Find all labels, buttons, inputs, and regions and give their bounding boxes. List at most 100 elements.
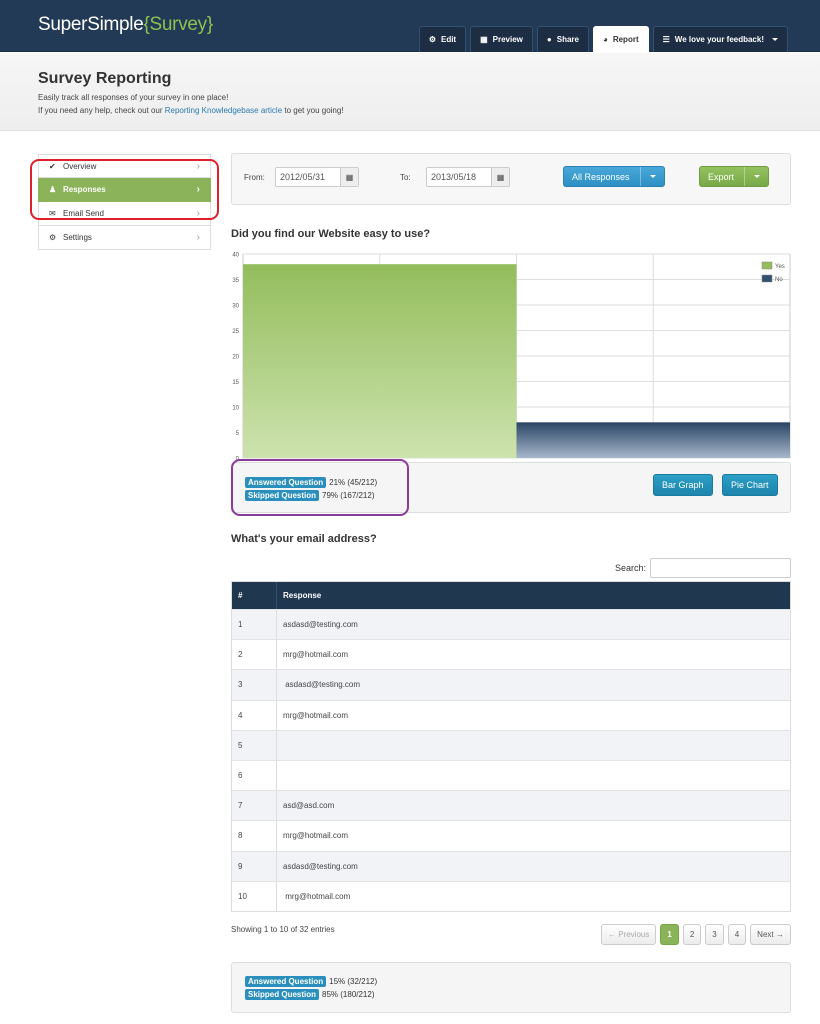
page-3-button[interactable]: 3 [705, 924, 724, 945]
chevron-right-icon: › [196, 232, 200, 243]
check-icon: ✔ [49, 161, 56, 171]
help-text-pre: If you need any help, check out our [38, 106, 165, 115]
knowledgebase-link[interactable]: Reporting Knowledgebase article [165, 106, 282, 115]
y-tick-label: 10 [232, 406, 239, 412]
row-response: mrg@hotmail.com [283, 891, 351, 901]
previous-page-button[interactable]: ← Previous [601, 924, 657, 945]
table-body: 1 asdasd@testing.com 2 mrg@hotmail.com 3 asd… [232, 609, 790, 911]
legend-label: Yes [775, 264, 785, 270]
y-tick-label: 25 [232, 329, 239, 335]
tab-edit[interactable]: ⚙ Edit [418, 26, 467, 52]
bar-yes[interactable] [243, 264, 517, 458]
legend-label: No [775, 277, 783, 283]
search-input[interactable] [650, 558, 791, 578]
page-title: Survey Reporting [38, 70, 172, 87]
page-subtitle: Easily track all responses of your surve… [38, 93, 229, 102]
sidebar-item-overview[interactable]: ✔ Overview › [38, 154, 211, 178]
page-header: Survey Reporting Easily track all respon… [0, 53, 820, 131]
column-header-number[interactable]: # [232, 582, 277, 609]
column-header-response[interactable]: Response [277, 582, 790, 609]
table-row[interactable]: 1 asdasd@testing.com [232, 609, 790, 640]
to-date-value: 2013/05/18 [431, 172, 477, 182]
row-number: 10 [232, 881, 277, 911]
export-dropdown[interactable]: Export [699, 166, 770, 187]
page-4-button[interactable]: 4 [727, 924, 747, 945]
from-date-input[interactable]: 2012/05/31 ▦ [275, 167, 359, 187]
row-response [277, 761, 790, 790]
pie-chart-button[interactable]: Pie Chart [722, 474, 778, 496]
logo-brace: {Survey} [143, 14, 213, 35]
to-label: To: [400, 173, 411, 182]
y-tick-label: 40 [232, 253, 239, 259]
sidebar-item-responses[interactable]: ♟ Responses › [38, 178, 211, 202]
chevron-right-icon: › [196, 161, 200, 172]
table-row[interactable]: 5 [232, 729, 790, 760]
next-page-button[interactable]: Next → [750, 924, 791, 945]
row-response: asdasd@testing.com [283, 680, 361, 690]
bar-no[interactable] [516, 422, 791, 458]
tab-share[interactable]: ● Share [536, 26, 589, 52]
button-divider [744, 167, 746, 186]
skipped-stat: Skipped Question 79% (167/212) [245, 490, 375, 501]
legend-swatch [761, 274, 773, 283]
table-row[interactable]: 4 mrg@hotmail.com [232, 699, 790, 730]
row-response: mrg@hotmail.com [283, 650, 349, 660]
tab-feedback[interactable]: ☰ We love your feedback! [652, 26, 788, 52]
question-title: What's your email address? [231, 533, 377, 545]
answered-badge: Answered Question [245, 976, 327, 987]
button-divider [639, 167, 641, 186]
skipped-stat: Skipped Question 85% (180/212) [245, 989, 375, 1000]
table-row[interactable]: 2 mrg@hotmail.com [232, 639, 790, 670]
sidebar-item-settings[interactable]: ⚙ Settings › [38, 226, 211, 250]
gear-icon: ⚙ [49, 233, 57, 242]
row-number: 5 [232, 730, 277, 760]
table-row[interactable]: 3 asdasd@testing.com [232, 669, 790, 700]
chevron-right-icon: › [196, 208, 200, 219]
app-logo[interactable]: SuperSimple{Survey} [38, 14, 213, 36]
row-number: 7 [232, 791, 277, 821]
nav-tabs: ⚙ Edit ▦ Preview ● Share ◕ Report ☰ We l… [418, 26, 788, 52]
row-response: asd@asd.com [283, 801, 335, 811]
question-stats-bar: Answered Question 21% (45/212) Skipped Q… [231, 462, 791, 513]
tab-preview[interactable]: ▦ Preview [470, 26, 533, 52]
row-response: mrg@hotmail.com [283, 831, 349, 841]
table-row[interactable]: 10 mrg@hotmail.com [232, 880, 790, 911]
all-responses-dropdown[interactable]: All Responses [563, 166, 665, 187]
logo-text: SuperSimple [38, 14, 144, 35]
bar-graph-button[interactable]: Bar Graph [653, 474, 713, 496]
all-responses-label: All Responses [572, 171, 630, 182]
sidebar-menu: ✔ Overview › ♟ Responses › ✉ Email Send … [38, 154, 211, 250]
answered-stat: Answered Question 21% (45/212) [245, 477, 377, 488]
envelope-icon: ✉ [49, 209, 56, 218]
film-icon: ▦ [480, 35, 488, 44]
table-row[interactable]: 6 [232, 759, 790, 791]
tab-preview-label: Preview [492, 35, 523, 44]
table-row[interactable]: 7 asd@asd.com [232, 790, 790, 821]
row-number: 9 [232, 851, 277, 881]
table-row[interactable]: 8 mrg@hotmail.com [232, 820, 790, 851]
table-header: # Response [232, 582, 790, 609]
page-1-button[interactable]: 1 [660, 924, 679, 945]
help-text: If you need any help, check out our Repo… [38, 106, 344, 115]
page-2-button[interactable]: 2 [682, 924, 702, 945]
row-number: 1 [232, 610, 277, 640]
search-label: Search: [615, 563, 647, 573]
calendar-icon[interactable]: ▦ [340, 168, 358, 186]
answered-stat: Answered Question 15% (32/212) [245, 976, 377, 987]
sidebar-item-email-send[interactable]: ✉ Email Send › [38, 202, 211, 226]
sidebar-item-label: Settings [63, 233, 92, 242]
top-bar: SuperSimple{Survey} ⚙ Edit ▦ Preview ● S… [0, 0, 820, 52]
row-response [277, 731, 790, 760]
tab-report[interactable]: ◕ Report [592, 26, 649, 52]
row-number: 8 [232, 821, 277, 851]
tab-share-label: Share [556, 35, 579, 44]
row-number: 6 [232, 760, 277, 791]
bar-chart: 0510152025303540 YesNo [232, 253, 791, 462]
to-date-input[interactable]: 2013/05/18 ▦ [426, 167, 510, 187]
calendar-icon[interactable]: ▦ [491, 168, 509, 186]
skipped-value: 79% (167/212) [322, 491, 375, 500]
chevron-down-icon [649, 175, 656, 178]
table-row[interactable]: 9 asdasd@testing.com [232, 850, 790, 881]
responses-table: # Response 1 asdasd@testing.com 2 mrg@hotma… [231, 581, 791, 912]
pagination: ← Previous 1 2 3 4 Next → [601, 924, 791, 945]
